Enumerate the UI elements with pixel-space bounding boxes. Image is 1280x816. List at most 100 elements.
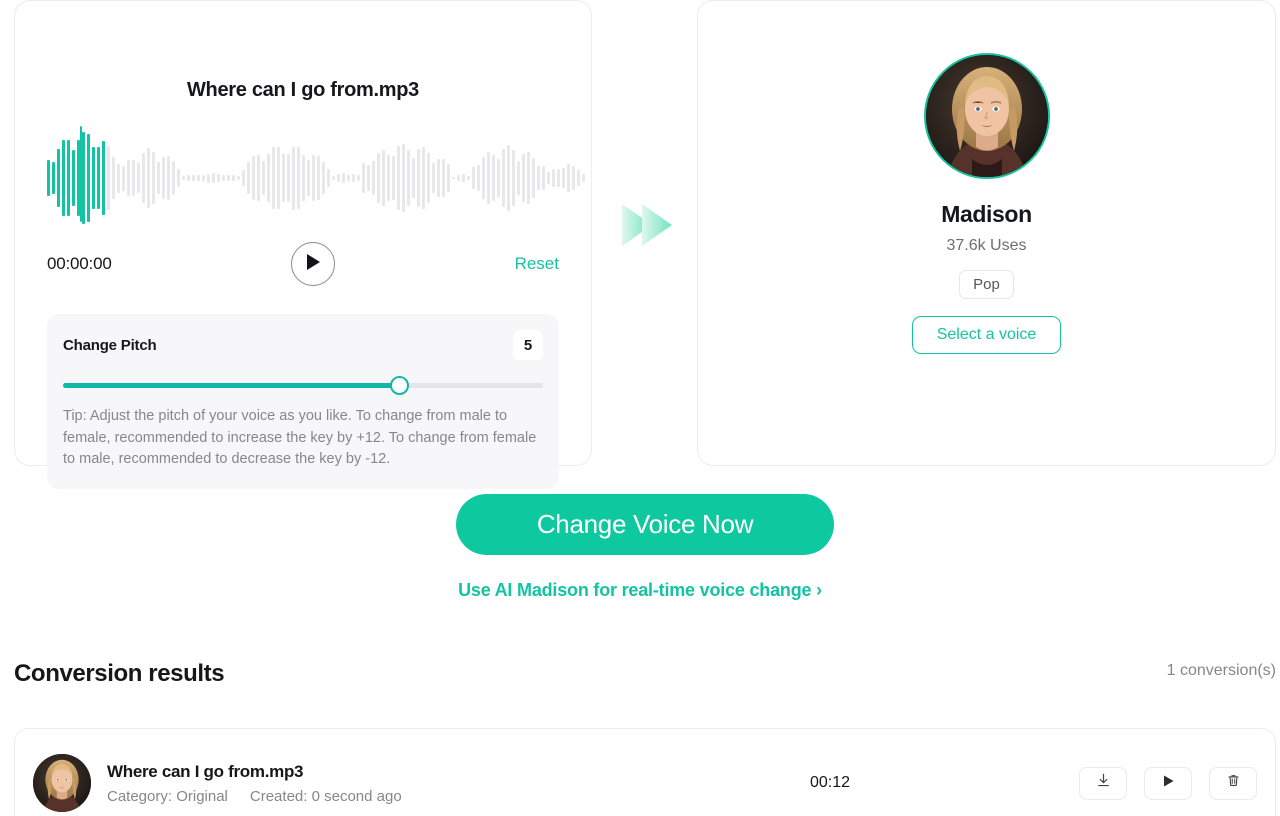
waveform-bar	[582, 173, 585, 183]
waveform-bar	[562, 167, 565, 189]
waveform-bar	[182, 176, 185, 180]
result-meta: Where can I go from.mp3 Category: Origin…	[107, 762, 402, 805]
reset-button[interactable]: Reset	[515, 254, 559, 274]
delete-button[interactable]	[1209, 766, 1257, 800]
waveform-bar	[477, 165, 480, 191]
waveform-bar	[372, 161, 375, 195]
pitch-value-badge: 5	[513, 330, 543, 360]
play-button[interactable]	[291, 242, 336, 286]
download-button[interactable]	[1079, 766, 1127, 800]
waveform-bar	[522, 153, 525, 203]
waveform[interactable]	[47, 124, 585, 232]
table-row[interactable]: Where can I go from.mp3 Category: Origin…	[14, 728, 1276, 816]
waveform-bar	[497, 158, 500, 198]
waveform-bar	[82, 132, 85, 224]
waveform-bar	[352, 174, 355, 182]
waveform-bar	[207, 173, 210, 183]
waveform-playhead[interactable]	[80, 126, 83, 222]
waveform-bar	[107, 145, 110, 211]
change-voice-now-button[interactable]: Change Voice Now	[456, 494, 834, 555]
waveform-bar	[572, 165, 575, 191]
pitch-tip-text: Tip: Adjust the pitch of your voice as y…	[63, 408, 537, 467]
pitch-slider-thumb[interactable]	[390, 376, 409, 395]
double-chevron-right-icon	[612, 190, 682, 260]
waveform-bar	[72, 150, 75, 206]
waveform-bar	[322, 162, 325, 194]
result-file-title: Where can I go from.mp3	[107, 761, 304, 781]
waveform-bar	[237, 176, 240, 180]
waveform-bar	[282, 154, 285, 202]
waveform-bar	[532, 157, 535, 199]
waveform-bar	[327, 169, 330, 187]
waveform-bar	[437, 159, 440, 197]
waveform-bar	[512, 150, 515, 206]
waveform-bar	[147, 148, 150, 208]
waveform-bar	[542, 166, 545, 190]
waveform-bar	[302, 154, 305, 202]
waveform-bar	[272, 146, 275, 210]
waveform-bar	[402, 143, 405, 213]
realtime-voice-change-link[interactable]: Use AI Madison for real-time voice chang…	[0, 580, 1280, 601]
waveform-bar	[347, 174, 350, 182]
waveform-bar	[277, 146, 280, 210]
pitch-slider-fill	[63, 383, 399, 388]
waveform-bar	[202, 174, 205, 182]
waveform-bar	[102, 141, 105, 215]
result-category: Category: Original	[107, 787, 228, 805]
waveform-bar	[152, 152, 155, 204]
waveform-bar	[427, 153, 430, 203]
waveform-bar	[472, 167, 475, 189]
waveform-bar	[467, 175, 470, 181]
waveform-bars[interactable]	[47, 124, 585, 232]
waveform-bar	[492, 155, 495, 201]
waveform-bar	[447, 163, 450, 193]
selected-voice-card: Madison 37.6k Uses Pop Select a voice	[697, 0, 1276, 466]
waveform-bar	[297, 147, 300, 209]
waveform-bar	[502, 148, 505, 208]
waveform-bar	[252, 156, 255, 200]
waveform-bar	[567, 164, 570, 192]
transport-bar: 00:00:00 Reset	[47, 242, 559, 286]
waveform-bar	[507, 145, 510, 211]
current-time: 00:00:00	[47, 254, 112, 273]
waveform-bar	[97, 146, 100, 210]
waveform-bar	[247, 162, 250, 194]
waveform-bar	[357, 175, 360, 181]
waveform-bar	[112, 157, 115, 199]
waveform-bar	[217, 174, 220, 182]
result-duration: 00:12	[810, 774, 851, 791]
waveform-bar	[552, 168, 555, 188]
waveform-bar	[127, 160, 130, 196]
waveform-bar	[442, 159, 445, 197]
waveform-bar	[392, 156, 395, 200]
waveform-bar	[377, 153, 380, 203]
play-result-button[interactable]	[1144, 766, 1192, 800]
result-subtitle: Category: Original Created: 0 second ago	[107, 788, 402, 805]
waveform-bar	[232, 175, 235, 181]
waveform-bar	[452, 176, 455, 180]
waveform-bar	[422, 147, 425, 209]
waveform-bar	[257, 155, 260, 201]
source-file-title: Where can I go from.mp3	[186, 79, 420, 101]
waveform-bar	[142, 152, 145, 204]
waveform-bar	[122, 165, 125, 191]
waveform-bar	[222, 175, 225, 181]
waveform-bar	[157, 161, 160, 195]
waveform-bar	[332, 175, 335, 181]
waveform-bar	[197, 174, 200, 182]
waveform-bar	[407, 149, 410, 207]
select-a-voice-button[interactable]: Select a voice	[911, 316, 1062, 354]
waveform-bar	[227, 174, 230, 182]
waveform-bar	[62, 139, 65, 217]
waveform-bar	[52, 162, 55, 194]
waveform-bar	[432, 163, 435, 193]
waveform-bar	[167, 155, 170, 201]
change-pitch-panel: Change Pitch 5 Tip: Adjust the pitch of …	[47, 314, 559, 489]
waveform-bar	[382, 150, 385, 206]
waveform-bar	[387, 154, 390, 202]
pitch-slider[interactable]	[63, 376, 543, 395]
waveform-bar	[92, 147, 95, 209]
waveform-bar	[162, 156, 165, 200]
conversion-results-heading: Conversion results	[14, 660, 225, 687]
result-avatar	[33, 754, 91, 812]
